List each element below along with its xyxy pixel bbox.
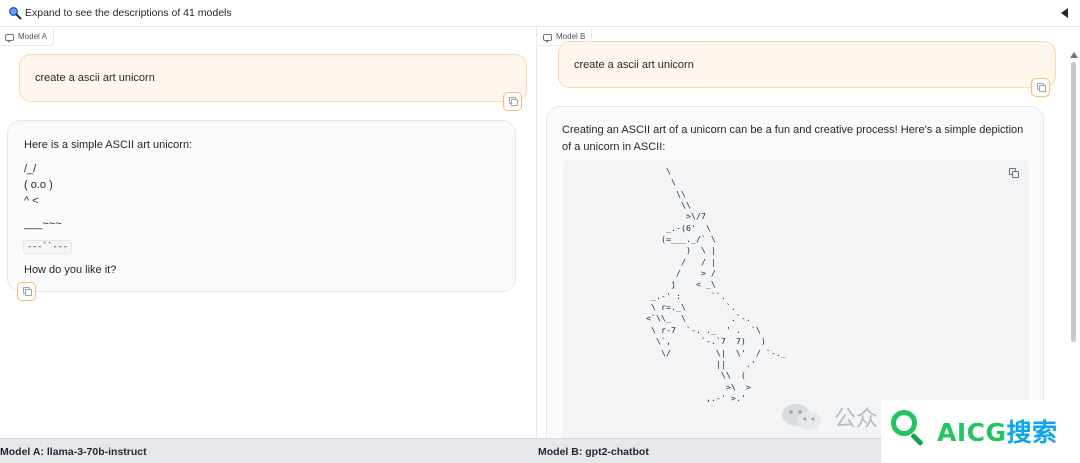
collapse-triangle-icon[interactable]	[1061, 8, 1068, 18]
model-a-user-message-text: create a ascii art unicorn	[35, 72, 155, 84]
model-a-art-line-4: ___~~~	[24, 218, 62, 230]
model-a-art-line-3: ^ <	[24, 195, 39, 207]
model-b-user-copy-button[interactable]	[1031, 78, 1050, 97]
model-b-ascii-art: \ \ \\ \\ >\/7 _.-(6' \ (=___._/` \ ) \ …	[646, 166, 786, 403]
model-a-intro: Here is a simple ASCII art unicorn:	[24, 139, 193, 151]
model-b-chat-panel[interactable]: Model B create a ascii art unicorn Creat…	[538, 27, 1080, 438]
expand-descriptions-label: Expand to see the descriptions of 41 mod…	[25, 7, 232, 19]
model-a-bot-message: Here is a simple ASCII art unicorn: /_/ …	[7, 120, 516, 292]
chat-icon	[5, 34, 14, 43]
scrollbar-thumb[interactable]	[1071, 62, 1076, 342]
model-b-name: Model B: gpt2-chatbot	[538, 446, 649, 458]
watermark-text: 公众	[834, 407, 879, 432]
wechat-icon	[782, 404, 821, 431]
model-b-tag-label: Model B	[556, 32, 586, 41]
model-b-ascii-code-block: \ \ \\ \\ >\/7 _.-(6' \ (=___._/` \ ) \ …	[563, 160, 1029, 438]
aicg-search-logo: AICG搜索	[881, 400, 1080, 463]
brand-cn: 搜索	[1006, 418, 1058, 447]
scroll-up-arrow-icon[interactable]	[1070, 52, 1078, 58]
model-a-user-copy-button[interactable]	[503, 92, 522, 111]
models-accordion-header[interactable]: Expand to see the descriptions of 41 mod…	[0, 0, 1080, 27]
model-a-art-line-1: /_/	[24, 163, 37, 175]
model-a-name: Model A: llama-3-70b-instruct	[0, 446, 147, 458]
model-b-user-message: create a ascii art unicorn	[558, 41, 1056, 88]
model-b-intro-line-1: Creating an ASCII art of a unicorn can b…	[562, 124, 1024, 136]
model-b-scrollbar[interactable]	[1069, 47, 1078, 347]
model-a-tag-label: Model A	[18, 32, 47, 41]
code-copy-button[interactable]	[1009, 168, 1021, 180]
model-a-inline-code: ---``---	[23, 240, 72, 254]
model-a-closing: How do you like it?	[24, 264, 117, 276]
brand-latin: AICG	[937, 418, 1007, 447]
model-a-tag: Model A	[0, 29, 54, 46]
chat-icon	[543, 34, 552, 43]
model-a-user-message: create a ascii art unicorn	[19, 54, 527, 102]
brand-name: AICG搜索	[937, 413, 1058, 449]
model-b-intro-line-2: of a unicorn in ASCII:	[562, 141, 666, 153]
search-icon	[9, 7, 22, 20]
model-a-art-line-2: ( o.o )	[24, 179, 53, 191]
model-b-user-message-text: create a ascii art unicorn	[574, 58, 694, 71]
model-a-bot-copy-button[interactable]	[17, 282, 36, 301]
model-a-chat-panel[interactable]: Model A create a ascii art unicorn Here …	[0, 27, 537, 438]
